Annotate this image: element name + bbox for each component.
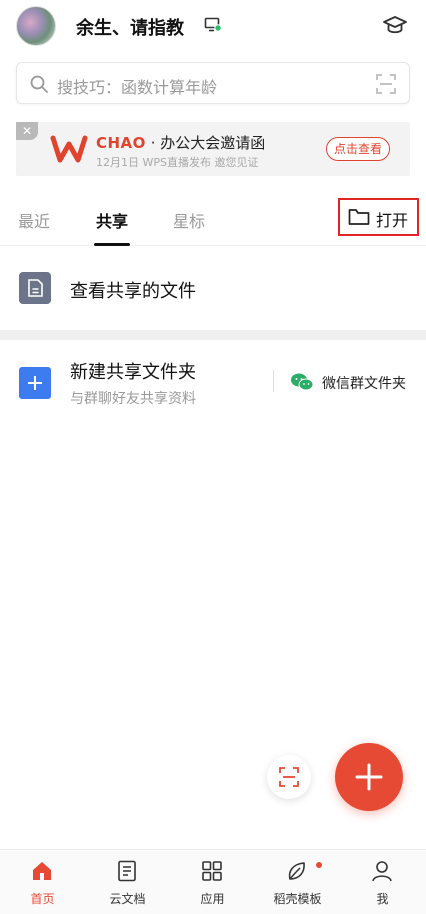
nav-templates[interactable]: 稻壳模板 bbox=[255, 850, 340, 914]
plus-icon bbox=[355, 763, 383, 791]
view-shared-files-label: 查看共享的文件 bbox=[70, 281, 196, 302]
search-icon bbox=[30, 75, 48, 93]
open-label: 打开 bbox=[376, 211, 409, 230]
new-shared-folder-subtitle: 与群聊好友共享资料 bbox=[70, 391, 196, 407]
close-icon[interactable]: ✕ bbox=[16, 122, 38, 140]
leaf-icon bbox=[288, 862, 305, 880]
banner-title-text: · 办公大会邀请函 bbox=[145, 134, 266, 152]
wps-logo bbox=[50, 135, 88, 163]
avatar[interactable] bbox=[16, 6, 56, 46]
document-icon bbox=[118, 860, 136, 882]
graduation-cap-icon[interactable] bbox=[382, 13, 408, 39]
scan-document-button[interactable] bbox=[267, 755, 311, 799]
open-button[interactable]: 打开 bbox=[338, 198, 419, 236]
nav-me-label: 我 bbox=[376, 892, 389, 906]
promo-banner[interactable]: ✕ CHAO · 办公大会邀请函 12月1日 WPS直播发布 邀您见证 点击查看 bbox=[16, 122, 410, 176]
nav-home-label: 首页 bbox=[30, 892, 55, 906]
banner-title: CHAO · 办公大会邀请函 bbox=[96, 132, 265, 153]
nav-cloud-docs-label: 云文档 bbox=[109, 892, 146, 906]
username[interactable]: 余生、请指教 bbox=[76, 14, 184, 40]
search-input[interactable]: 搜技巧：函数计算年龄 bbox=[57, 74, 217, 98]
bottom-navigation: 首页 云文档 应用 稻壳模板 我 bbox=[0, 849, 426, 914]
plus-icon bbox=[19, 367, 51, 399]
wechat-icon[interactable] bbox=[290, 372, 314, 392]
scan-icon[interactable] bbox=[375, 73, 397, 95]
nav-cloud-docs[interactable]: 云文档 bbox=[85, 850, 170, 914]
new-shared-folder-row[interactable]: 新建共享文件夹 与群聊好友共享资料 微信群文件夹 bbox=[0, 340, 426, 418]
view-details-button[interactable]: 点击查看 bbox=[326, 137, 390, 161]
new-shared-folder-label: 新建共享文件夹 bbox=[70, 362, 196, 383]
nav-apps-label: 应用 bbox=[200, 892, 225, 906]
nav-templates-label: 稻壳模板 bbox=[273, 892, 322, 906]
tab-starred[interactable]: 星标 bbox=[173, 208, 205, 232]
folder-icon bbox=[348, 209, 370, 225]
nav-home[interactable]: 首页 bbox=[0, 850, 85, 914]
tab-recent[interactable]: 最近 bbox=[18, 208, 50, 232]
create-new-button[interactable] bbox=[335, 743, 403, 811]
user-icon bbox=[372, 861, 392, 882]
section-divider bbox=[0, 330, 426, 340]
notification-dot bbox=[316, 862, 322, 868]
nav-me[interactable]: 我 bbox=[340, 850, 425, 914]
view-shared-files-row[interactable]: 查看共享的文件 bbox=[0, 256, 426, 322]
banner-brand: CHAO bbox=[96, 134, 146, 152]
file-icon bbox=[19, 272, 51, 304]
vertical-divider bbox=[273, 370, 274, 392]
home-icon bbox=[33, 862, 51, 880]
monitor-online-icon bbox=[204, 17, 222, 32]
scan-icon bbox=[279, 767, 299, 787]
active-tab-indicator bbox=[94, 243, 130, 246]
apps-grid-icon bbox=[202, 861, 222, 881]
wechat-group-folder-link[interactable]: 微信群文件夹 bbox=[322, 373, 406, 393]
nav-apps[interactable]: 应用 bbox=[170, 850, 255, 914]
search-bar[interactable]: 搜技巧：函数计算年龄 bbox=[16, 62, 410, 104]
banner-subtitle: 12月1日 WPS直播发布 邀您见证 bbox=[96, 156, 259, 169]
tab-shared[interactable]: 共享 bbox=[96, 208, 128, 232]
header: 余生、请指教 bbox=[0, 0, 426, 52]
